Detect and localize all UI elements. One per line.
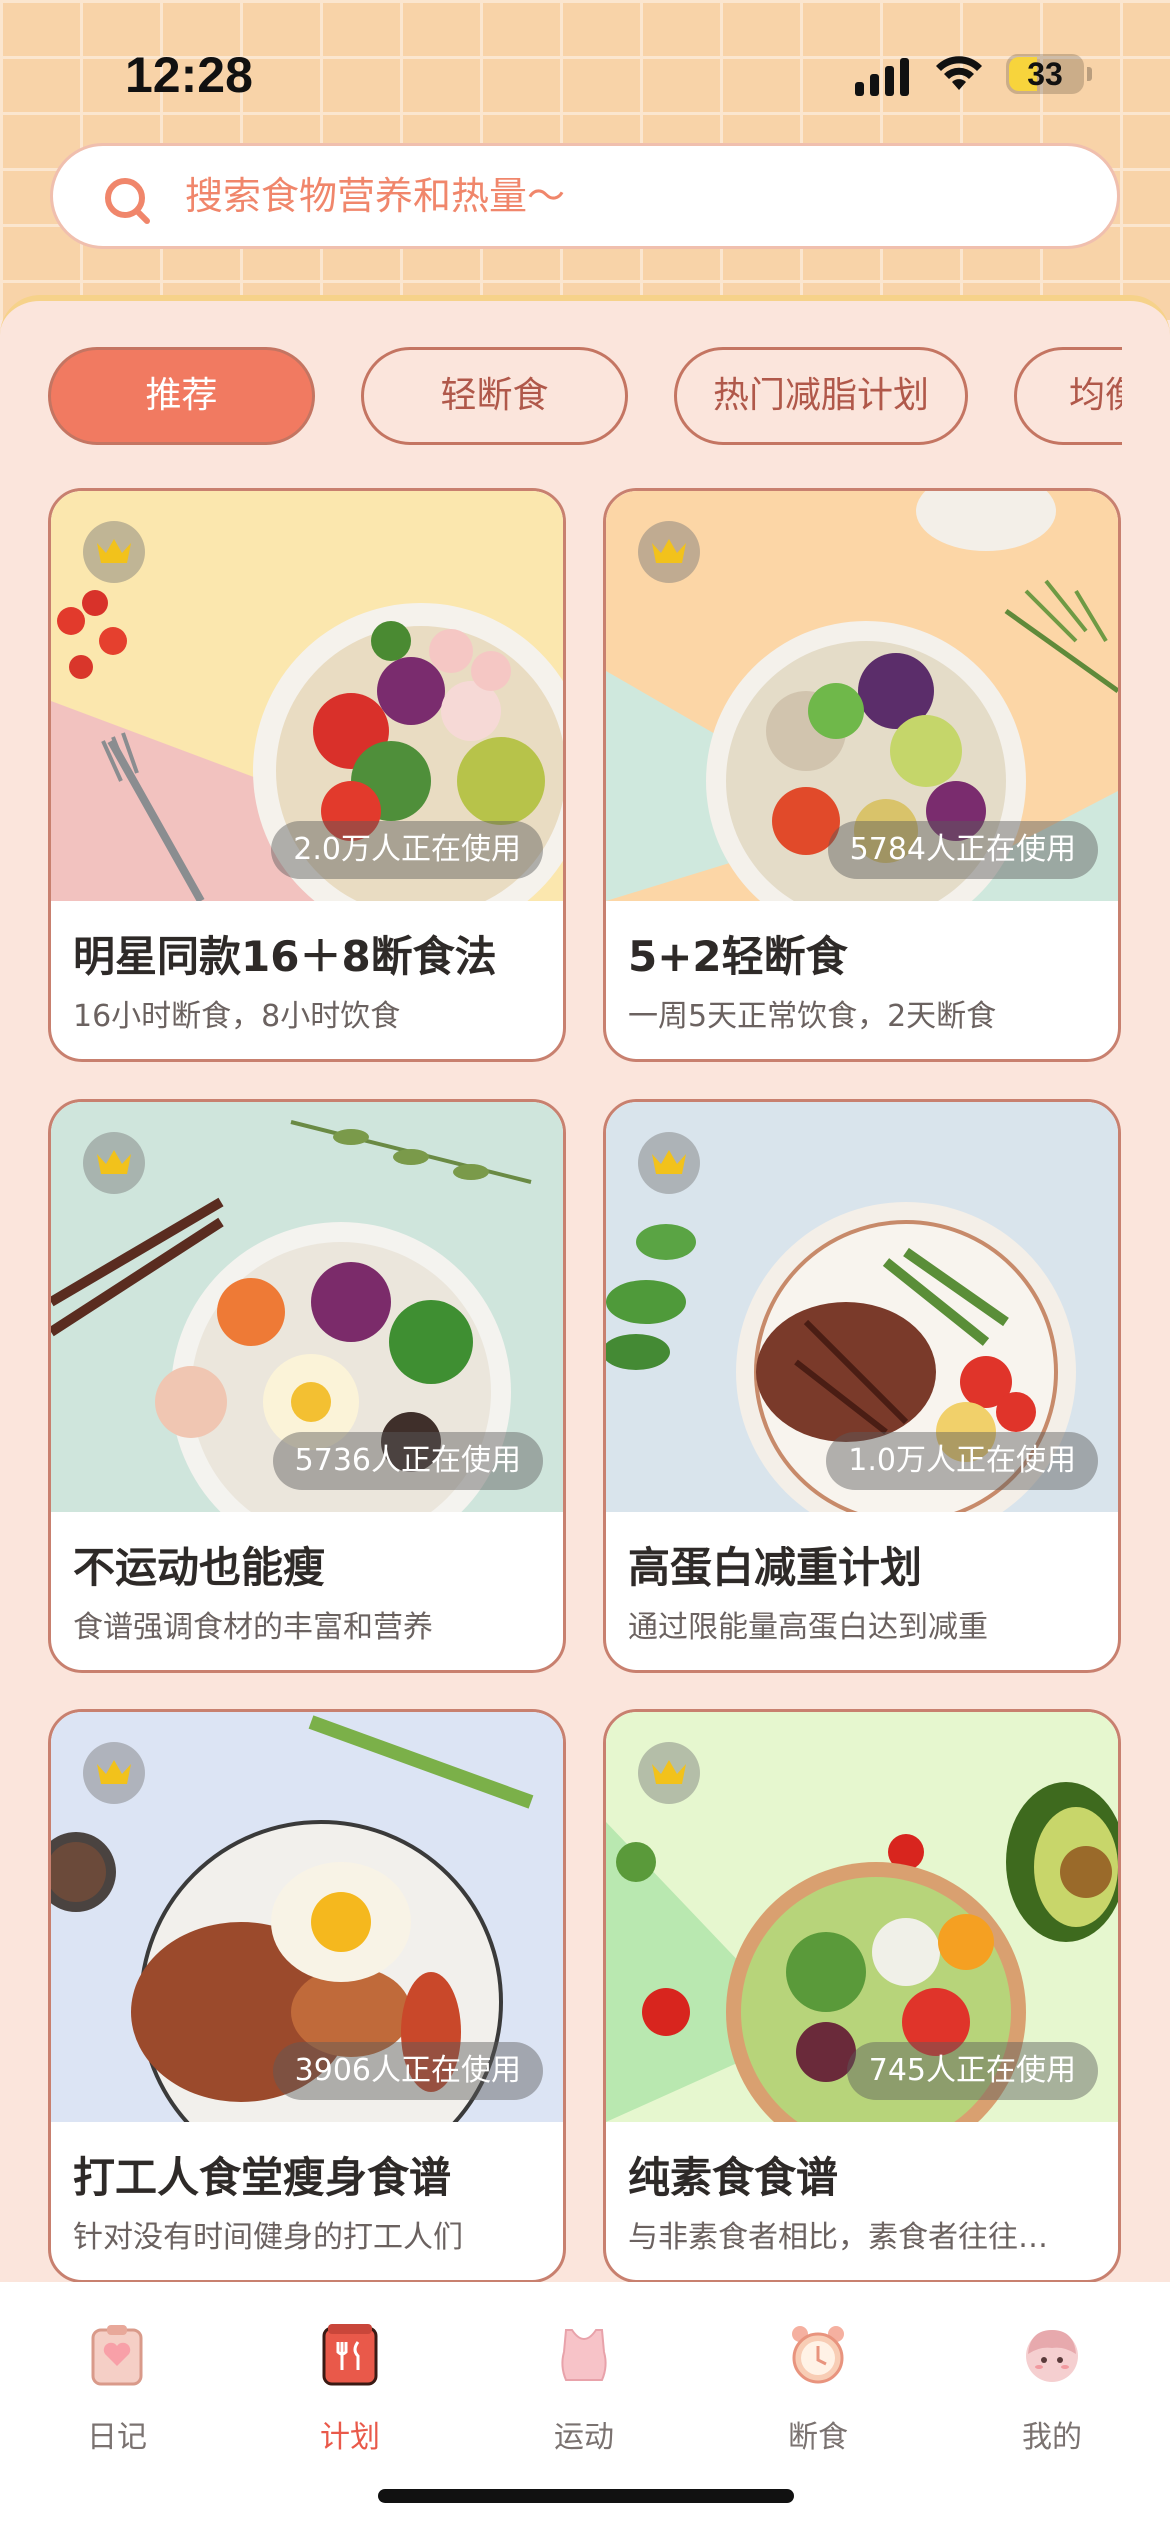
avatar-icon: [1026, 2330, 1078, 2382]
vip-crown-icon: [638, 1742, 700, 1804]
tab-light-fasting[interactable]: 轻断食: [361, 347, 628, 445]
nav-diary-label: 日记: [87, 2420, 147, 2455]
nav-profile[interactable]: 我的: [992, 2302, 1112, 2455]
wifi-icon: [936, 56, 982, 90]
tab-balanced[interactable]: 均衡: [1014, 347, 1122, 445]
plan-card-office-worker[interactable]: 3906人正在使用 打工人食堂瘦身食谱 针对没有时间健身的打工人们: [48, 1709, 566, 2283]
plan-title: 5+2轻断食: [628, 932, 848, 981]
vip-crown-icon: [83, 521, 145, 583]
alarm-clock-icon: [792, 2326, 844, 2384]
plan-title: 高蛋白减重计划: [628, 1543, 923, 1592]
users-count-badge: 3906人正在使用: [272, 2042, 543, 2100]
plan-title: 明星同款16＋8断食法: [73, 932, 497, 981]
nav-plan-label: 计划: [320, 2420, 380, 2455]
plan-title: 纯素食食谱: [628, 2153, 839, 2202]
vip-crown-icon: [83, 1132, 145, 1194]
vip-crown-icon: [638, 1132, 700, 1194]
plan-card-vegan[interactable]: 745人正在使用 纯素食食谱 与非素食者相比，素食者往往…: [603, 1709, 1121, 2283]
battery-cap: [1087, 67, 1092, 81]
plan-card-16-8[interactable]: 2.0万人正在使用 明星同款16＋8断食法 16小时断食，8小时饮食: [48, 488, 566, 1062]
clipboard-heart-icon: [91, 2325, 143, 2386]
tab-recommend[interactable]: 推荐: [48, 347, 315, 445]
plan-subtitle: 食谱强调食材的丰富和营养: [73, 1610, 433, 1645]
cellular-signal-icon: [855, 56, 909, 96]
plan-card-high-protein[interactable]: 1.0万人正在使用 高蛋白减重计划 通过限能量高蛋白达到减重: [603, 1099, 1121, 1673]
status-bar: 12:28 33: [0, 0, 1170, 140]
nav-fasting[interactable]: 断食: [758, 2302, 878, 2455]
plan-subtitle: 针对没有时间健身的打工人们: [73, 2220, 463, 2255]
vip-crown-icon: [638, 521, 700, 583]
status-time: 12:28: [125, 47, 253, 103]
users-count-badge: 1.0万人正在使用: [826, 1432, 1098, 1490]
plan-subtitle: 16小时断食，8小时饮食: [73, 999, 401, 1034]
plan-card-no-exercise[interactable]: 5736人正在使用 不运动也能瘦 食谱强调食材的丰富和营养: [48, 1099, 566, 1673]
users-count-badge: 5784人正在使用: [827, 821, 1098, 879]
home-indicator[interactable]: [378, 2489, 794, 2503]
battery-level: 33: [1027, 56, 1063, 92]
users-count-badge: 745人正在使用: [846, 2042, 1098, 2100]
search-bar[interactable]: 搜索食物营养和热量～: [50, 143, 1120, 249]
nav-fasting-label: 断食: [788, 2420, 848, 2455]
users-count-badge: 2.0万人正在使用: [271, 821, 543, 879]
plan-subtitle: 一周5天正常饮食，2天断食: [628, 999, 997, 1034]
plan-title: 打工人食堂瘦身食谱: [73, 2153, 452, 2202]
plan-card-5-2[interactable]: 5784人正在使用 5+2轻断食 一周5天正常饮食，2天断食: [603, 488, 1121, 1062]
tab-popular-fat-loss[interactable]: 热门减脂计划: [674, 347, 968, 445]
vip-crown-icon: [83, 1742, 145, 1804]
users-count-badge: 5736人正在使用: [272, 1432, 543, 1490]
battery-icon: 33: [1006, 54, 1084, 94]
search-placeholder: 搜索食物营养和热量～: [185, 174, 566, 218]
nav-profile-label: 我的: [1022, 2420, 1082, 2455]
plan-title: 不运动也能瘦: [73, 1543, 326, 1592]
plan-utensils-icon: [322, 2324, 378, 2386]
plan-subtitle: 与非素食者相比，素食者往往…: [628, 2220, 1048, 2255]
plan-subtitle: 通过限能量高蛋白达到减重: [628, 1610, 988, 1645]
category-tabs: 推荐 轻断食 热门减脂计划 均衡: [48, 347, 1122, 447]
search-icon: [105, 178, 150, 224]
nav-diary[interactable]: 日记: [57, 2302, 177, 2455]
nav-exercise-label: 运动: [554, 2420, 614, 2455]
sports-top-icon: [561, 2329, 607, 2381]
nav-plan[interactable]: 计划: [290, 2302, 410, 2455]
nav-exercise[interactable]: 运动: [524, 2302, 644, 2455]
